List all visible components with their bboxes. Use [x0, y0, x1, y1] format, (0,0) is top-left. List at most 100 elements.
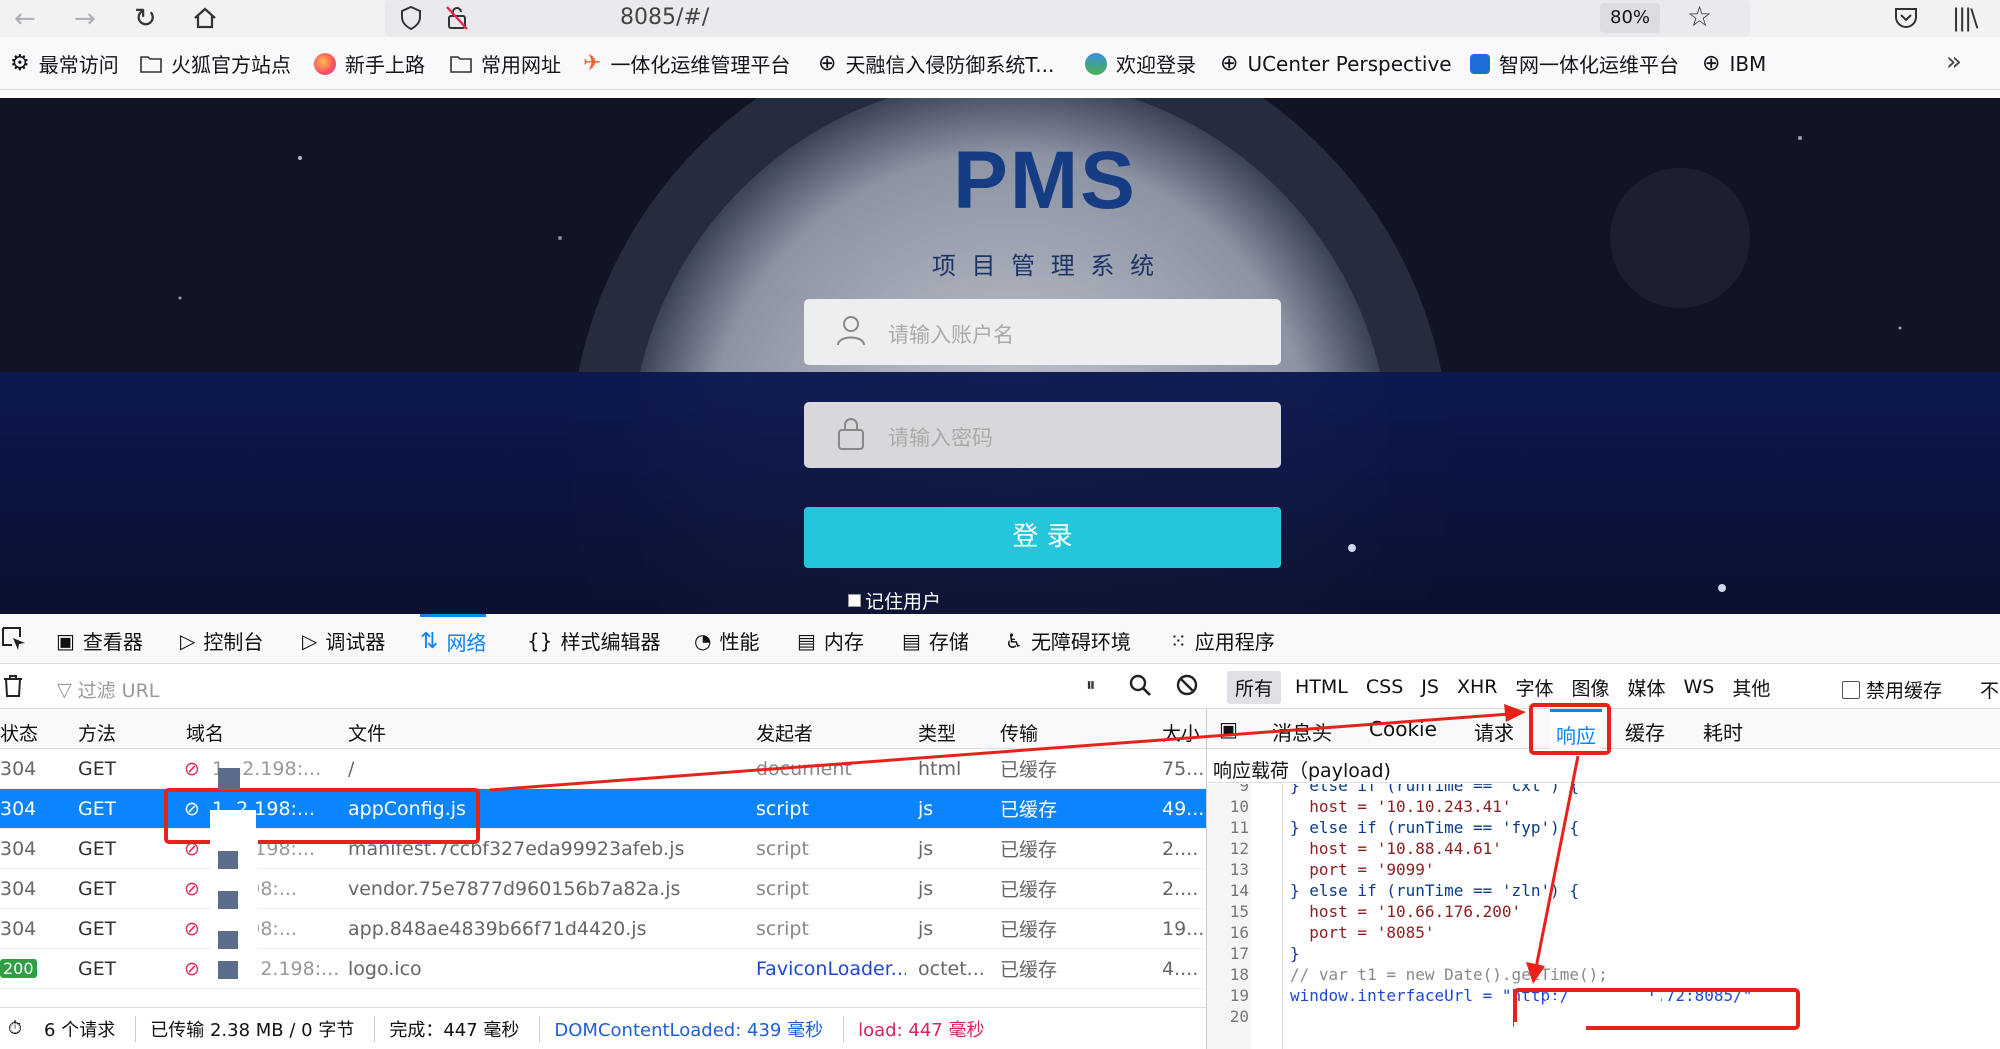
forward-icon[interactable]: → — [74, 4, 96, 34]
tab-memory[interactable]: ▤ 内存 — [797, 626, 864, 655]
code-line: } else if (runTime == 'fyp') { — [1290, 818, 1579, 837]
row-size: 4.... — [1162, 957, 1199, 980]
bookmark-ips[interactable]: ⊕ 天融信入侵防御系统T... — [818, 37, 1054, 90]
bookmark-ibm[interactable]: ⊕ IBM — [1702, 37, 1766, 90]
insecure-lock-icon[interactable] — [445, 5, 469, 31]
search-icon[interactable] — [1128, 673, 1152, 697]
bookmark-welcome[interactable]: 欢迎登录 — [1085, 37, 1196, 90]
throttle-select[interactable]: 不 — [1980, 676, 1999, 703]
filter-url-input[interactable]: ▽ 过滤 URL — [57, 676, 159, 703]
trash-icon[interactable] — [2, 674, 24, 698]
element-picker-icon[interactable] — [0, 625, 28, 653]
detail-tab-cache[interactable]: 缓存 — [1625, 717, 1665, 746]
col-size[interactable]: 大小 — [1162, 719, 1206, 746]
col-domain[interactable]: 域名 — [186, 719, 224, 746]
request-row[interactable]: 304 GET ⊘ 1 .2.198:... manifest.7ccbf327… — [0, 829, 1206, 869]
row-file: vendor.75e7877d960156b7a82a.js — [348, 877, 681, 900]
url-text[interactable]: 8085/#/ — [620, 5, 709, 30]
pause-icon[interactable]: ⏸ — [1086, 674, 1096, 696]
filter-media[interactable]: 媒体 — [1620, 671, 1674, 704]
row-status: 304 — [0, 797, 37, 820]
detail-tab-response[interactable]: 响应 — [1550, 709, 1602, 749]
col-file[interactable]: 文件 — [348, 719, 386, 746]
insecure-icon: ⊘ — [184, 957, 200, 980]
request-row[interactable]: 304 GET ⊘ .2.198:... app.848ae4839b66f71… — [0, 909, 1206, 949]
request-table-header: 状态 方法 域名 文件 发起者 类型 传输 大小 — [0, 709, 1206, 749]
col-initiator[interactable]: 发起者 — [756, 719, 813, 746]
back-icon[interactable]: ← — [14, 4, 36, 34]
tab-debugger[interactable]: ▷ 调试器 — [302, 626, 385, 655]
tab-storage[interactable]: ▤ 存储 — [902, 626, 969, 655]
row-method: GET — [78, 957, 117, 980]
code-line: } — [1290, 944, 1300, 963]
shield-icon[interactable] — [399, 5, 423, 31]
remember-user[interactable]: 记住用户 — [848, 587, 941, 614]
bookmark-ucenter[interactable]: ⊕ UCenter Perspective — [1220, 37, 1452, 90]
row-status: 304 — [0, 877, 37, 900]
row-file: logo.ico — [348, 957, 422, 980]
tab-style-editor[interactable]: {} 样式编辑器 — [527, 626, 660, 655]
bookmark-star-icon[interactable]: ☆ — [1687, 0, 1712, 33]
detail-tab-headers[interactable]: 消息头 — [1272, 717, 1332, 746]
chip-icon: ▤ — [797, 628, 816, 653]
username-placeholder: 请输入账户名 — [888, 323, 1014, 347]
row-domain: .2.198:... — [212, 917, 297, 940]
col-method[interactable]: 方法 — [78, 719, 116, 746]
detail-tab-timings[interactable]: 耗时 — [1703, 717, 1743, 746]
filter-ws[interactable]: WS — [1676, 673, 1723, 701]
bookmark-common-urls[interactable]: 常用网址 — [450, 37, 561, 90]
username-input[interactable]: 请输入账户名 — [804, 299, 1281, 365]
login-button[interactable]: 登 录 — [804, 507, 1281, 568]
filter-fonts[interactable]: 字体 — [1507, 671, 1561, 704]
tab-inspector[interactable]: ▣ 查看器 — [56, 626, 143, 655]
row-method: GET — [78, 757, 117, 780]
login-page: PMS 项 目 管 理 系 统 请输入账户名 请输入密码 登 录 记住用户 — [0, 98, 2000, 614]
disable-cache[interactable]: 禁用缓存 — [1842, 676, 1942, 703]
library-icon[interactable]: |||\ — [1952, 4, 1978, 32]
code-line-interface-url: window.interfaceUrl = "http:/ 1.72:8085/… — [1290, 986, 1753, 1005]
zoom-level[interactable]: 80% — [1600, 3, 1661, 33]
request-row-selected[interactable]: 304 GET ⊘ 1 .2.198:... appConfig.js scri… — [0, 789, 1206, 829]
detail-tab-cookie[interactable]: Cookie — [1369, 717, 1437, 741]
more-bookmarks-icon[interactable]: » — [1946, 47, 1962, 77]
filter-xhr[interactable]: XHR — [1449, 673, 1506, 701]
col-transfer[interactable]: 传输 — [1000, 719, 1038, 746]
tab-accessibility[interactable]: ♿ 无障碍环境 — [1005, 626, 1131, 655]
line-number: 20 — [1229, 1007, 1249, 1026]
detail-tab-request[interactable]: 请求 — [1474, 717, 1514, 746]
filter-html[interactable]: HTML — [1287, 673, 1356, 701]
home-icon[interactable] — [192, 5, 218, 31]
request-row[interactable]: 304 GET ⊘ .2.198:... vendor.75e7877d9601… — [0, 869, 1206, 909]
col-type[interactable]: 类型 — [918, 719, 956, 746]
bookmark-most-visited[interactable]: ⚙ 最常访问 — [10, 37, 119, 90]
lock-icon — [836, 416, 866, 452]
remember-checkbox[interactable] — [848, 594, 861, 607]
bookmark-smartnet[interactable]: 智网一体化运维平台 — [1470, 37, 1679, 90]
tab-application[interactable]: ⁙ 应用程序 — [1170, 626, 1275, 655]
filter-all[interactable]: 所有 — [1227, 670, 1282, 704]
password-input[interactable]: 请输入密码 — [804, 402, 1281, 468]
filter-js[interactable]: JS — [1413, 673, 1447, 701]
row-method: GET — [78, 917, 117, 940]
filter-other[interactable]: 其他 — [1724, 671, 1778, 704]
tab-console[interactable]: ▷ 控制台 — [180, 626, 263, 655]
row-initiator-link[interactable]: FaviconLoader... — [756, 958, 906, 980]
bookmark-getting-started[interactable]: 新手上路 — [314, 37, 425, 90]
storage-icon: ▤ — [902, 628, 921, 653]
request-row[interactable]: 200 GET ⊘ 1.23.2.198:... logo.ico Favico… — [0, 949, 1206, 989]
col-status[interactable]: 状态 — [0, 719, 38, 746]
filter-images[interactable]: 图像 — [1563, 671, 1617, 704]
bookmark-ops-platform[interactable]: ✈ 一体化运维管理平台 — [583, 37, 790, 90]
tab-performance[interactable]: ◔ 性能 — [694, 626, 759, 655]
request-row[interactable]: 304 GET ⊘ 1...2.198:... / document html … — [0, 749, 1206, 789]
block-icon[interactable] — [1175, 673, 1199, 697]
filter-css[interactable]: CSS — [1358, 673, 1411, 701]
url-bar[interactable]: 8085/#/ 80% ☆ — [385, 0, 1750, 37]
reload-icon[interactable]: ↻ — [134, 3, 157, 34]
tab-network[interactable]: ⇅ 网络 — [420, 614, 487, 663]
row-transfer: 已缓存 — [1000, 959, 1058, 981]
pocket-icon[interactable] — [1893, 5, 1919, 31]
bookmark-firefox-site[interactable]: 火狐官方站点 — [140, 37, 291, 90]
disable-cache-checkbox[interactable] — [1842, 680, 1860, 699]
panel-toggle-icon[interactable]: ▣ — [1219, 717, 1238, 741]
